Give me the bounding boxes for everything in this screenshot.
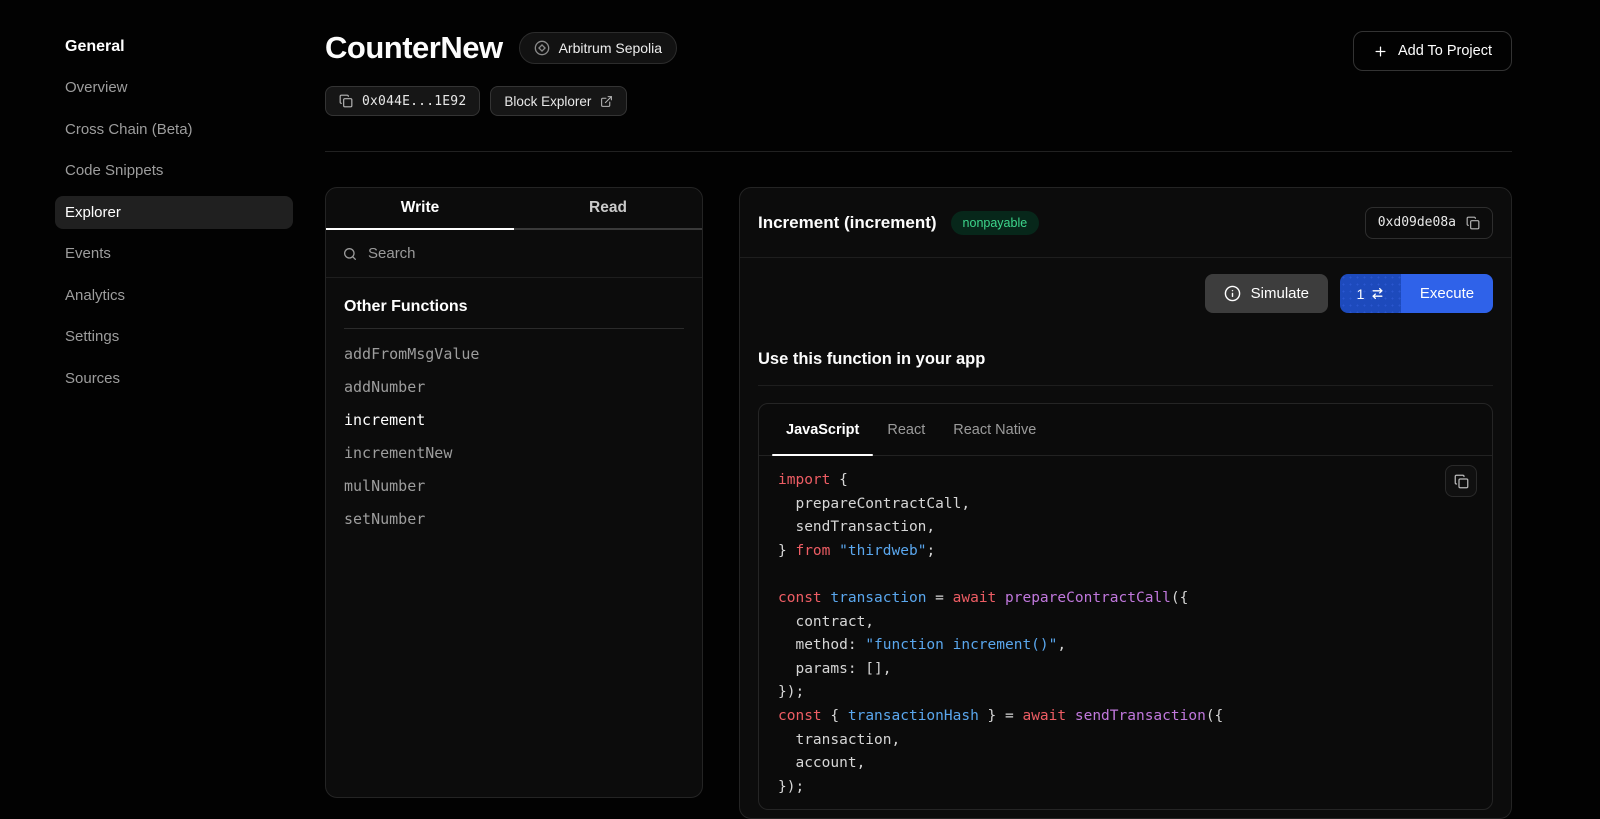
execute-count-toggle[interactable]: 1 bbox=[1340, 274, 1401, 313]
function-detail-header: Increment (increment) nonpayable 0xd09de… bbox=[740, 188, 1511, 258]
contract-address: 0x044E...1E92 bbox=[362, 94, 466, 109]
actions-row: Simulate 1 Execute bbox=[740, 258, 1511, 313]
execute-button[interactable]: Execute bbox=[1401, 274, 1493, 313]
function-list-item[interactable]: addFromMsgValue bbox=[344, 337, 684, 370]
function-name: increment bbox=[344, 411, 425, 429]
sidebar-item[interactable]: Explorer bbox=[55, 196, 293, 229]
external-link-icon bbox=[600, 95, 613, 108]
execute-count: 1 bbox=[1357, 286, 1365, 302]
sidebar-item-label: Settings bbox=[65, 328, 119, 345]
simulate-button[interactable]: Simulate bbox=[1205, 274, 1328, 313]
usage-heading: Use this function in your app bbox=[758, 350, 1493, 386]
code-block: import { prepareContractCall, sendTransa… bbox=[759, 456, 1492, 799]
search-icon bbox=[342, 246, 358, 262]
code-language-tab-label: React bbox=[887, 422, 925, 438]
code-language-tab-label: JavaScript bbox=[786, 422, 859, 438]
sidebar-item-label: Code Snippets bbox=[65, 162, 163, 179]
copy-icon bbox=[1454, 474, 1469, 489]
sidebar-item-label: Cross Chain (Beta) bbox=[65, 121, 193, 138]
execute-label: Execute bbox=[1420, 285, 1474, 302]
sidebar-item[interactable]: Code Snippets bbox=[55, 154, 293, 187]
sidebar-item[interactable]: Events bbox=[55, 237, 293, 270]
function-list-item[interactable]: increment bbox=[344, 403, 684, 436]
function-type-tab[interactable]: Write bbox=[326, 188, 514, 230]
plus-icon bbox=[1373, 44, 1388, 59]
search-input[interactable] bbox=[368, 245, 686, 262]
functions-list: addFromMsgValue addNumber increment incr… bbox=[344, 337, 684, 535]
functions-section-title: Other Functions bbox=[344, 298, 684, 329]
sidebar-item-label: Overview bbox=[65, 79, 128, 96]
mutability-badge: nonpayable bbox=[951, 211, 1040, 235]
network-icon bbox=[534, 40, 550, 56]
main-content: CounterNew Arbitrum Sepolia 0x044E...1E9… bbox=[325, 0, 1512, 819]
sidebar-item[interactable]: Cross Chain (Beta) bbox=[55, 113, 293, 146]
contract-name: CounterNew bbox=[325, 30, 503, 66]
functions-panel: Write Read Other Functions bbox=[325, 187, 703, 798]
function-type-tab-label: Read bbox=[589, 199, 627, 217]
contract-header: CounterNew Arbitrum Sepolia 0x044E...1E9… bbox=[325, 0, 1512, 152]
sidebar-item[interactable]: Overview bbox=[55, 71, 293, 104]
simulate-label: Simulate bbox=[1251, 285, 1309, 302]
title-row: CounterNew Arbitrum Sepolia bbox=[325, 30, 1512, 66]
function-detail-title: Increment (increment) bbox=[758, 213, 937, 233]
code-language-tab-label: React Native bbox=[953, 422, 1036, 438]
execute-split-button: 1 Execute bbox=[1340, 274, 1493, 313]
function-name: addFromMsgValue bbox=[344, 345, 479, 363]
function-list-item[interactable]: addNumber bbox=[344, 370, 684, 403]
sidebar-item[interactable]: Sources bbox=[55, 362, 293, 395]
copy-code-button[interactable] bbox=[1445, 465, 1477, 497]
block-explorer-label: Block Explorer bbox=[504, 94, 591, 109]
functions-list-wrap: Other Functions addFromMsgValue addNumbe… bbox=[326, 278, 702, 555]
function-type-tab[interactable]: Read bbox=[514, 188, 702, 230]
sidebar-item[interactable]: Settings bbox=[55, 320, 293, 353]
function-detail-panel: Increment (increment) nonpayable 0xd09de… bbox=[739, 187, 1512, 819]
block-explorer-button[interactable]: Block Explorer bbox=[490, 86, 627, 116]
function-name: incrementNew bbox=[344, 444, 452, 462]
code-language-tab[interactable]: JavaScript bbox=[786, 404, 859, 455]
sidebar-item-label: Sources bbox=[65, 370, 120, 387]
write-read-tabs: Write Read bbox=[326, 188, 702, 230]
code-language-tab[interactable]: React bbox=[887, 404, 925, 455]
add-to-project-button[interactable]: Add To Project bbox=[1353, 31, 1512, 71]
meta-row: 0x044E...1E92 Block Explorer bbox=[325, 86, 1512, 116]
sidebar-item[interactable]: Analytics bbox=[55, 279, 293, 312]
code-language-tab[interactable]: React Native bbox=[953, 404, 1036, 455]
function-name: setNumber bbox=[344, 510, 425, 528]
code-card: JavaScript React React Native bbox=[758, 403, 1493, 810]
function-selector-button[interactable]: 0xd09de08a bbox=[1365, 207, 1493, 239]
function-type-tab-label: Write bbox=[401, 199, 439, 217]
function-list-item[interactable]: incrementNew bbox=[344, 436, 684, 469]
sidebar-nav: Overview Cross Chain (Beta) Code Snippet… bbox=[55, 71, 293, 395]
contract-address-button[interactable]: 0x044E...1E92 bbox=[325, 86, 480, 116]
network-badge-label: Arbitrum Sepolia bbox=[559, 40, 663, 56]
sidebar-item-label: Explorer bbox=[65, 204, 121, 221]
function-name: addNumber bbox=[344, 378, 425, 396]
function-name: mulNumber bbox=[344, 477, 425, 495]
function-list-item[interactable]: mulNumber bbox=[344, 469, 684, 502]
function-list-item[interactable]: setNumber bbox=[344, 502, 684, 535]
copy-icon bbox=[339, 94, 353, 108]
code-language-tabs: JavaScript React React Native bbox=[759, 404, 1492, 456]
search-row bbox=[326, 230, 702, 278]
header-divider bbox=[325, 151, 1512, 152]
explorer-panels: Write Read Other Functions bbox=[325, 187, 1512, 819]
info-icon bbox=[1224, 285, 1241, 302]
swap-arrows-icon bbox=[1371, 287, 1384, 300]
sidebar: General Overview Cross Chain (Beta) Code… bbox=[0, 0, 300, 819]
sidebar-section-title: General bbox=[65, 37, 300, 56]
network-badge[interactable]: Arbitrum Sepolia bbox=[519, 32, 678, 64]
sidebar-item-label: Events bbox=[65, 245, 111, 262]
sidebar-item-label: Analytics bbox=[65, 287, 125, 304]
add-to-project-label: Add To Project bbox=[1398, 43, 1492, 59]
function-selector-value: 0xd09de08a bbox=[1378, 215, 1456, 230]
copy-icon bbox=[1466, 216, 1480, 230]
